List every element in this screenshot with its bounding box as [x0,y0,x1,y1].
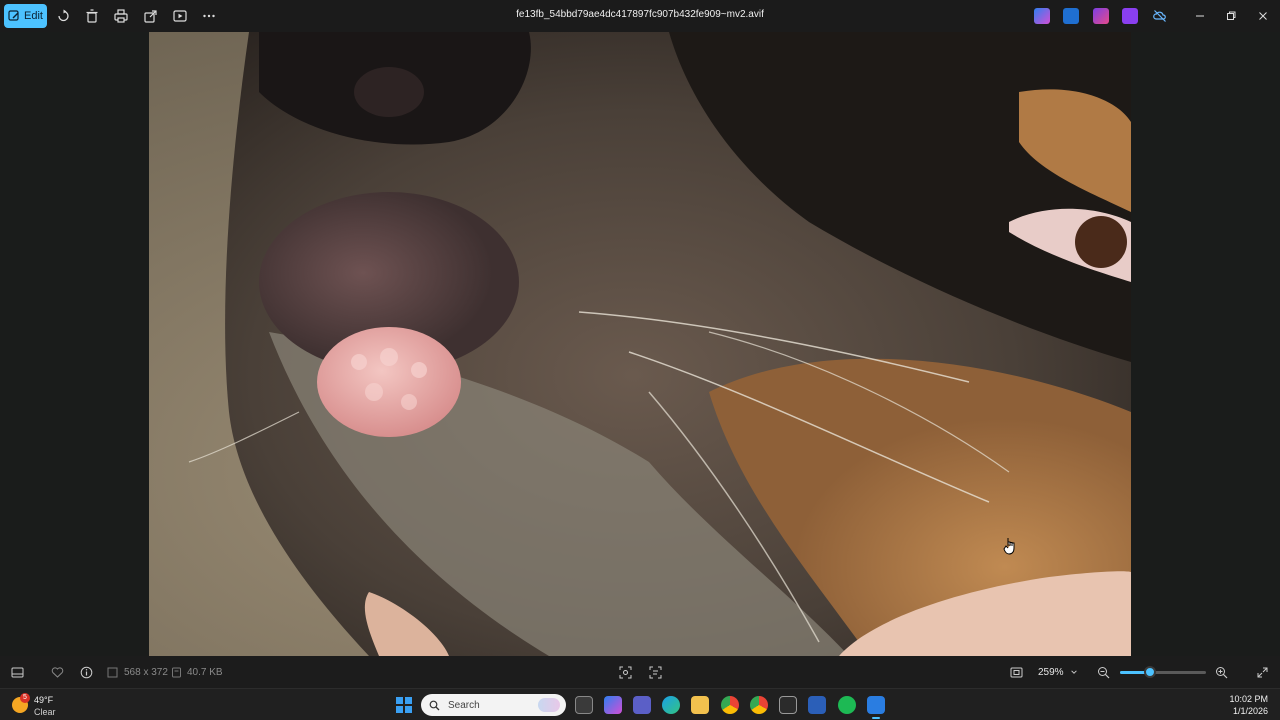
expand-icon [1257,667,1267,677]
taskbar: 5 49°F Clear Search 10:02 PM 1/1/2026 [0,688,1280,720]
delete-icon[interactable] [82,6,102,26]
close-icon [1259,12,1267,20]
print-icon[interactable] [111,6,131,26]
share-icon[interactable] [141,6,161,26]
maximize-button[interactable] [1220,6,1242,26]
search-icon [429,700,440,710]
favorite-icon[interactable] [49,664,65,680]
word-icon[interactable] [808,696,826,714]
fit-to-window-icon[interactable] [1008,664,1024,680]
photos-app-icon[interactable] [867,696,885,719]
restore-icon [1227,11,1236,20]
chevron-down-icon [1070,670,1077,674]
visual-search-icon[interactable] [617,664,633,680]
image-dimensions: 568 x 372 [124,667,168,678]
edge-icon[interactable] [662,696,680,714]
edit-icon [8,10,19,21]
search-placeholder: Search [448,699,480,711]
file-name-title: fe13fb_54bbd79ae4dc417897fc907b432fe909~… [516,9,764,20]
zoom-level: 259% [1038,666,1064,678]
text-scan-icon[interactable] [647,664,663,680]
windows-logo-icon [396,697,403,704]
zoom-in-button[interactable] [1213,664,1229,680]
teams-icon[interactable] [633,696,651,714]
file-explorer-icon[interactable] [691,696,709,714]
hand-cursor-icon [1003,538,1015,555]
search-highlight-icon [538,698,560,712]
taskbar-search[interactable]: Search [421,694,566,716]
viewer-status-bar: 568 x 372 40.7 KB 259% [0,656,1280,688]
image-editor-icon[interactable] [1063,8,1079,24]
dog-chin-photo [149,32,1131,656]
clock-time: 10:02 PM [1229,694,1268,704]
close-button[interactable] [1252,6,1274,26]
weather-temperature: 49°F [34,695,54,705]
rotate-icon[interactable] [53,6,73,26]
zoom-in-icon [1215,666,1227,678]
system-clock[interactable]: 10:02 PM 1/1/2026 [1229,693,1268,717]
info-icon[interactable] [78,664,94,680]
edit-label: Edit [24,10,43,22]
fullscreen-button[interactable] [1254,664,1270,680]
weather-badge: 5 [20,693,30,703]
task-view-icon[interactable] [575,696,593,714]
clipchamp-icon[interactable] [1122,8,1138,24]
zoom-slider[interactable] [1120,666,1206,678]
copilot-icon[interactable] [1034,8,1050,24]
onedrive-off-icon[interactable] [1150,6,1170,26]
zoom-slider-thumb[interactable] [1144,666,1157,678]
chrome-icon[interactable] [721,696,739,714]
zoom-out-icon [1097,666,1109,678]
file-size-icon [168,664,184,680]
weather-widget[interactable]: 5 49°F Clear [12,693,72,717]
minimize-button[interactable] [1189,6,1211,26]
weather-condition: Clear [34,707,56,717]
zoom-level-dropdown[interactable]: 259% [1032,662,1086,682]
copilot-taskbar-icon[interactable] [604,696,622,714]
slideshow-icon[interactable] [170,6,190,26]
zoom-out-button[interactable] [1095,664,1111,680]
clock-date: 1/1/2026 [1232,706,1268,716]
edit-button[interactable]: Edit [4,4,47,28]
minimize-icon [1196,15,1204,17]
more-icon[interactable] [199,6,219,26]
start-button[interactable] [396,697,412,713]
spotify-icon[interactable] [838,696,856,714]
dimensions-icon [104,664,120,680]
displayed-photo[interactable] [149,32,1131,656]
title-bar: Edit fe13fb_54bbd79ae4dc417897fc907b432f… [0,0,1280,32]
file-size: 40.7 KB [187,667,223,678]
designer-icon[interactable] [1093,8,1109,24]
chrome-profile-icon[interactable] [750,696,768,714]
filmstrip-icon[interactable] [9,664,25,680]
notepad-icon[interactable] [779,696,797,714]
